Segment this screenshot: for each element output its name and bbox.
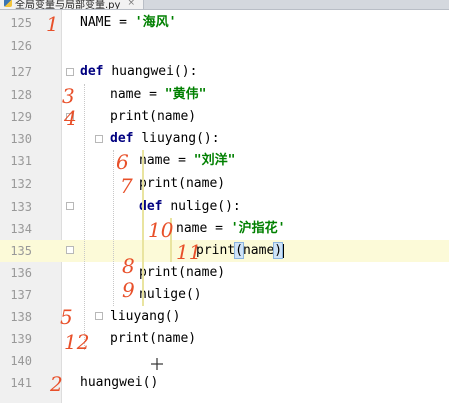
annotation-mark: 8 bbox=[122, 254, 135, 278]
code-text: print(name) bbox=[139, 176, 226, 191]
file-tab[interactable]: 全局变量与局部变量.py × bbox=[0, 0, 144, 9]
code-text: nulige() bbox=[139, 287, 202, 302]
line-number: 139 bbox=[10, 332, 32, 346]
code-line[interactable]: 130 def liuyang(): bbox=[0, 128, 449, 150]
code-text: liuyang() bbox=[110, 309, 181, 324]
string-literal: '海风' bbox=[134, 15, 177, 30]
code-line[interactable]: 141 huangwei() bbox=[0, 372, 449, 394]
string-literal: '沪指花' bbox=[230, 221, 286, 236]
code-line[interactable]: 137 nulige() bbox=[0, 284, 449, 306]
code-text: name = "黄伟" bbox=[110, 87, 207, 102]
fold-marker-icon[interactable] bbox=[66, 68, 74, 76]
line-number: 127 bbox=[10, 65, 32, 79]
line-number: 141 bbox=[10, 376, 32, 390]
annotation-mark: 12 bbox=[64, 330, 90, 354]
line-number: 137 bbox=[10, 288, 32, 302]
annotation-mark: 9 bbox=[122, 278, 135, 302]
code-line[interactable]: 125 NAME = '海风' bbox=[0, 12, 449, 34]
python-file-icon bbox=[4, 0, 12, 7]
code-line[interactable]: 131 name = "刘洋" bbox=[0, 150, 449, 172]
line-number: 130 bbox=[10, 132, 32, 146]
line-number: 132 bbox=[10, 177, 32, 191]
line-number: 135 bbox=[10, 244, 32, 258]
string-literal: "黄伟" bbox=[164, 87, 207, 102]
keyword: def bbox=[80, 64, 112, 79]
code-line[interactable]: 126 bbox=[0, 35, 449, 57]
fold-marker-icon[interactable] bbox=[95, 312, 103, 320]
annotation-mark: 6 bbox=[116, 150, 129, 174]
fold-marker-icon[interactable] bbox=[66, 246, 74, 254]
annotation-mark: 2 bbox=[50, 372, 63, 396]
line-number: 133 bbox=[10, 200, 32, 214]
line-number: 140 bbox=[10, 354, 32, 368]
code-text: NAME = '海风' bbox=[80, 15, 177, 30]
code-line[interactable]: 136 print(name) bbox=[0, 262, 449, 284]
file-tab-label: 全局变量与局部变量.py bbox=[15, 0, 121, 10]
line-number: 136 bbox=[10, 266, 32, 280]
crosshair-cursor-icon bbox=[151, 358, 163, 370]
code-text: name = '沪指花' bbox=[176, 221, 286, 236]
line-number: 131 bbox=[10, 154, 32, 168]
annotation-mark: 4 bbox=[64, 106, 77, 130]
line-number: 129 bbox=[10, 110, 32, 124]
close-tab-icon[interactable]: × bbox=[127, 0, 135, 8]
code-text: print(name) bbox=[196, 242, 285, 259]
code-line[interactable]: 132 print(name) bbox=[0, 173, 449, 195]
annotation-mark: 11 bbox=[176, 240, 202, 264]
line-number: 134 bbox=[10, 222, 32, 236]
line-number: 125 bbox=[10, 16, 32, 30]
annotation-mark: 3 bbox=[62, 84, 75, 108]
indent-guide bbox=[142, 150, 144, 306]
annotation-mark: 1 bbox=[46, 12, 59, 36]
code-text: print(name) bbox=[110, 109, 197, 124]
code-line[interactable]: 134 name = '沪指花' bbox=[0, 218, 449, 240]
annotation-mark: 10 bbox=[148, 218, 174, 242]
code-text: print(name) bbox=[139, 265, 226, 280]
keyword: def bbox=[110, 131, 142, 146]
annotation-mark: 7 bbox=[120, 174, 133, 198]
annotation-mark: 5 bbox=[60, 305, 73, 329]
matched-bracket: ( bbox=[234, 242, 244, 259]
code-text: huangwei() bbox=[80, 375, 159, 390]
fold-marker-icon[interactable] bbox=[95, 135, 103, 143]
line-number: 128 bbox=[10, 88, 32, 102]
code-text: def huangwei(): bbox=[80, 64, 198, 79]
code-text: def liuyang(): bbox=[110, 131, 220, 146]
editor-tab-bar: 全局变量与局部变量.py × bbox=[0, 0, 449, 10]
indent-guide bbox=[84, 84, 85, 350]
code-text: def nulige(): bbox=[139, 199, 241, 214]
code-text: name = "刘洋" bbox=[139, 153, 236, 168]
text-caret bbox=[283, 243, 285, 258]
line-number: 138 bbox=[10, 310, 32, 324]
code-text: print(name) bbox=[110, 331, 197, 346]
string-literal: "刘洋" bbox=[193, 153, 236, 168]
fold-marker-icon[interactable] bbox=[66, 202, 74, 210]
matched-bracket: ) bbox=[273, 242, 284, 259]
line-number: 126 bbox=[10, 39, 32, 53]
indent-guide bbox=[113, 150, 114, 306]
